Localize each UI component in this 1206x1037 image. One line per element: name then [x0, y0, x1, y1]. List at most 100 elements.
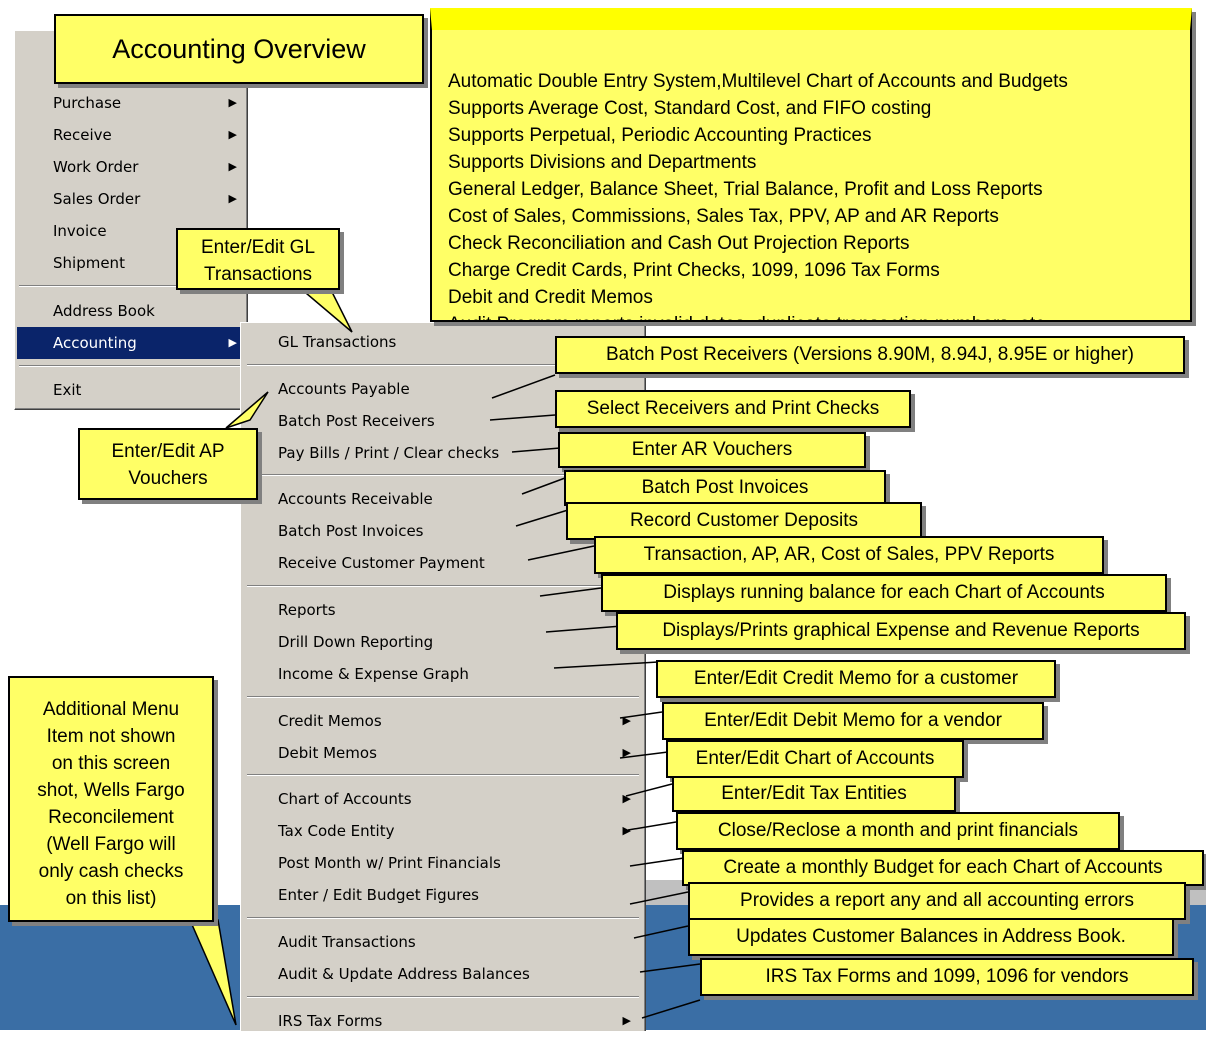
feature-line: Automatic Double Entry System,Multilevel…	[448, 71, 1068, 92]
callout-line: shot, Wells Fargo	[37, 780, 185, 801]
menu-item-label: Accounting	[53, 334, 137, 352]
callout-credit-memo: Enter/Edit Credit Memo for a customer	[656, 660, 1056, 698]
accounting-submenu: GL Transactions Accounts Payable Batch P…	[240, 322, 646, 1031]
callout-select-receivers: Select Receivers and Print Checks	[555, 390, 911, 428]
callout-debit-memo: Enter/Edit Debit Memo for a vendor	[662, 702, 1044, 740]
callout-line: Enter/Edit GL	[200, 237, 316, 258]
submenu-arrow-icon: ▶	[228, 192, 237, 205]
features-callout: Automatic Double Entry System,Multilevel…	[430, 8, 1192, 322]
callout-tax-entities: Enter/Edit Tax Entities	[672, 776, 956, 812]
callout-transaction-reports: Transaction, AP, AR, Cost of Sales, PPV …	[594, 536, 1104, 574]
feature-line: Supports Divisions and Departments	[448, 152, 757, 173]
menu-item-exit[interactable]: Exit	[17, 374, 245, 406]
submenu-item-budget-figures[interactable]: Enter / Edit Budget Figures	[241, 879, 641, 911]
submenu-arrow-icon: ▶	[228, 160, 237, 173]
callout-monthly-budget: Create a monthly Budget for each Chart o…	[682, 850, 1204, 886]
submenu-item-label: Income & Expense Graph	[278, 665, 469, 683]
submenu-item-audit-update-address[interactable]: Audit & Update Address Balances	[241, 958, 641, 990]
feature-line: Audit Program reports invalid dates, dup…	[448, 311, 1190, 320]
gl-transactions-callout: Enter/Edit GL Transactions	[176, 228, 340, 290]
submenu-item-label: Receive Customer Payment	[278, 554, 485, 572]
submenu-arrow-icon: ▶	[622, 792, 631, 805]
callout-line: (Well Fargo will	[46, 834, 176, 855]
feature-line: General Ledger, Balance Sheet, Trial Bal…	[448, 179, 1043, 200]
menu-item-label: Address Book	[53, 302, 155, 320]
submenu-item-tax-code-entity[interactable]: Tax Code Entity ▶	[241, 815, 641, 847]
menu-item-label: Exit	[53, 381, 82, 399]
menu-item-sales-order[interactable]: Sales Order ▶	[17, 183, 245, 215]
submenu-arrow-icon: ▶	[622, 1014, 631, 1027]
submenu-item-audit-transactions[interactable]: Audit Transactions	[241, 926, 641, 958]
submenu-item-credit-memos[interactable]: Credit Memos ▶	[241, 705, 641, 737]
menu-item-purchase[interactable]: Purchase ▶	[17, 87, 245, 119]
submenu-item-label: Enter / Edit Budget Figures	[278, 886, 479, 904]
menu-item-label: Sales Order	[53, 190, 141, 208]
menu-item-label: Shipment	[53, 254, 125, 272]
menu-item-label: Work Order	[53, 158, 139, 176]
submenu-item-drill-down-reporting[interactable]: Drill Down Reporting	[241, 626, 641, 658]
feature-line: Debit and Credit Memos	[448, 287, 653, 308]
menu-item-receive[interactable]: Receive ▶	[17, 119, 245, 151]
menu-item-label: Invoice	[53, 222, 107, 240]
callout-line: Additional Menu	[42, 699, 180, 720]
submenu-separator	[247, 996, 639, 998]
submenu-separator	[247, 917, 639, 919]
submenu-item-label: Accounts Payable	[278, 380, 410, 398]
submenu-item-income-expense-graph[interactable]: Income & Expense Graph	[241, 658, 641, 690]
submenu-item-label: Reports	[278, 601, 336, 619]
submenu-item-chart-of-accounts[interactable]: Chart of Accounts ▶	[241, 783, 641, 815]
submenu-item-debit-memos[interactable]: Debit Memos ▶	[241, 737, 641, 769]
submenu-separator	[247, 585, 639, 587]
callout-chart-of-accounts: Enter/Edit Chart of Accounts	[666, 740, 964, 778]
additional-menu-callout: Additional Menu Item not shown on this s…	[8, 676, 214, 922]
callout-line: Item not shown	[46, 726, 176, 747]
submenu-arrow-icon: ▶	[228, 336, 237, 349]
feature-line: Cost of Sales, Commissions, Sales Tax, P…	[448, 206, 999, 227]
submenu-separator	[247, 774, 639, 776]
callout-line: Transactions	[203, 264, 313, 285]
callout-line: Enter/Edit AP	[111, 441, 225, 462]
callout-customer-deposits: Record Customer Deposits	[566, 502, 922, 540]
callout-close-month: Close/Reclose a month and print financia…	[676, 812, 1120, 850]
feature-line: Check Reconciliation and Cash Out Projec…	[448, 233, 910, 254]
submenu-item-receive-customer-payment[interactable]: Receive Customer Payment	[241, 547, 641, 579]
submenu-item-label: Chart of Accounts	[278, 790, 412, 808]
submenu-item-reports[interactable]: Reports	[241, 594, 641, 626]
submenu-item-irs-tax-forms[interactable]: IRS Tax Forms ▶	[241, 1005, 641, 1037]
accounting-overview-title: Accounting Overview	[54, 14, 424, 84]
submenu-item-label: Accounts Receivable	[278, 490, 433, 508]
submenu-item-post-month[interactable]: Post Month w/ Print Financials	[241, 847, 641, 879]
feature-line: Supports Perpetual, Periodic Accounting …	[448, 125, 872, 146]
callout-irs-tax-forms: IRS Tax Forms and 1099, 1096 for vendors	[700, 958, 1194, 996]
submenu-item-label: Post Month w/ Print Financials	[278, 854, 501, 872]
submenu-item-label: Debit Memos	[278, 744, 377, 762]
submenu-item-label: Audit & Update Address Balances	[278, 965, 530, 983]
submenu-separator	[247, 696, 639, 698]
submenu-arrow-icon: ▶	[622, 714, 631, 727]
submenu-item-label: Batch Post Invoices	[278, 522, 424, 540]
callout-running-balance: Displays running balance for each Chart …	[601, 574, 1167, 612]
callout-line: Vouchers	[128, 468, 208, 489]
menu-item-label: Receive	[53, 126, 112, 144]
callout-line: on this screen	[51, 753, 171, 774]
menu-item-work-order[interactable]: Work Order ▶	[17, 151, 245, 183]
submenu-item-label: Tax Code Entity	[278, 822, 395, 840]
callout-enter-ar-vouchers: Enter AR Vouchers	[558, 432, 866, 468]
submenu-arrow-icon: ▶	[228, 96, 237, 109]
submenu-item-label: GL Transactions	[278, 333, 397, 351]
submenu-item-label: Pay Bills / Print / Clear checks	[278, 444, 500, 462]
menu-separator	[19, 365, 243, 367]
feature-line: Supports Average Cost, Standard Cost, an…	[448, 98, 932, 119]
menu-item-accounting[interactable]: Accounting ▶	[17, 327, 245, 359]
submenu-item-label: IRS Tax Forms	[278, 1012, 383, 1030]
callout-line: on this list)	[65, 888, 157, 909]
submenu-item-label: Credit Memos	[278, 712, 382, 730]
submenu-arrow-icon: ▶	[622, 824, 631, 837]
callout-customer-balances: Updates Customer Balances in Address Boo…	[688, 918, 1174, 956]
menu-item-label: Purchase	[53, 94, 122, 112]
feature-line: Charge Credit Cards, Print Checks, 1099,…	[448, 260, 940, 281]
callout-line: Reconcilement	[48, 807, 174, 828]
callout-batch-post-invoices: Batch Post Invoices	[564, 470, 886, 506]
submenu-item-label: Batch Post Receivers	[278, 412, 435, 430]
menu-item-address-book[interactable]: Address Book	[17, 295, 245, 327]
